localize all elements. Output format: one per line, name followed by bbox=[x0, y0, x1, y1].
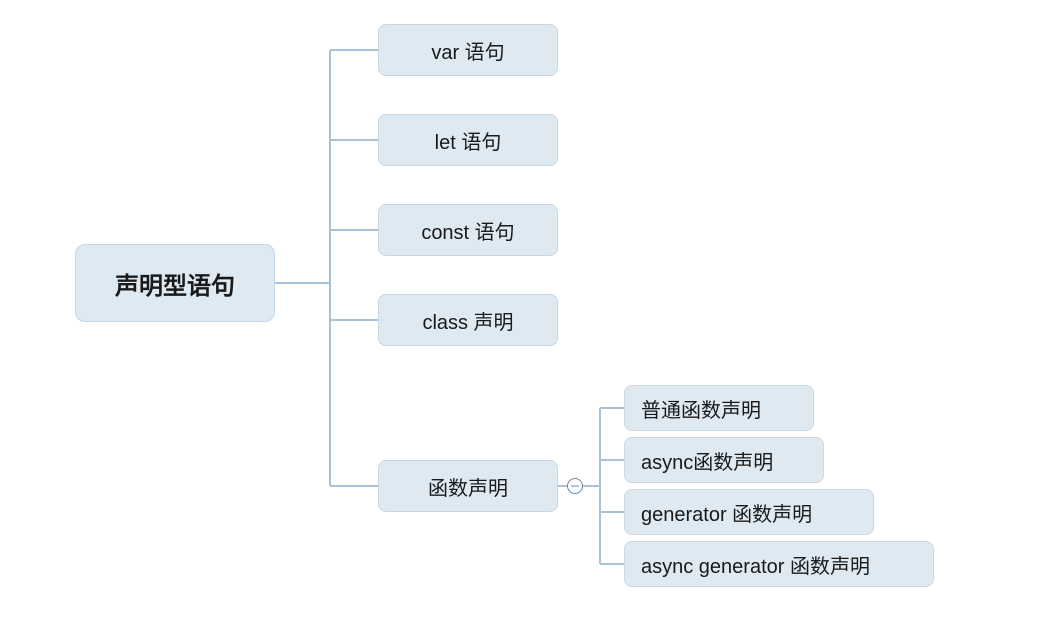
node-class-label: class 声明 bbox=[422, 306, 513, 335]
node-function[interactable]: 函数声明 bbox=[378, 460, 558, 512]
node-var[interactable]: var 语句 bbox=[378, 24, 558, 76]
root-node[interactable]: 声明型语句 bbox=[75, 244, 275, 322]
leaf-generator-function-label: generator 函数声明 bbox=[641, 498, 812, 527]
node-var-label: var 语句 bbox=[431, 36, 504, 65]
node-function-label: 函数声明 bbox=[428, 472, 508, 501]
leaf-normal-function-label: 普通函数声明 bbox=[641, 394, 761, 423]
node-let-label: let 语句 bbox=[435, 126, 502, 155]
leaf-generator-function[interactable]: generator 函数声明 bbox=[624, 489, 874, 535]
leaf-normal-function[interactable]: 普通函数声明 bbox=[624, 385, 814, 431]
leaf-async-generator-function-label: async generator 函数声明 bbox=[641, 550, 870, 579]
leaf-async-function-label: async函数声明 bbox=[641, 446, 773, 475]
node-const[interactable]: const 语句 bbox=[378, 204, 558, 256]
leaf-async-function[interactable]: async函数声明 bbox=[624, 437, 824, 483]
leaf-async-generator-function[interactable]: async generator 函数声明 bbox=[624, 541, 934, 587]
root-label: 声明型语句 bbox=[115, 266, 235, 301]
collapse-toggle-icon[interactable] bbox=[567, 478, 583, 494]
node-const-label: const 语句 bbox=[421, 216, 514, 245]
node-class[interactable]: class 声明 bbox=[378, 294, 558, 346]
node-let[interactable]: let 语句 bbox=[378, 114, 558, 166]
